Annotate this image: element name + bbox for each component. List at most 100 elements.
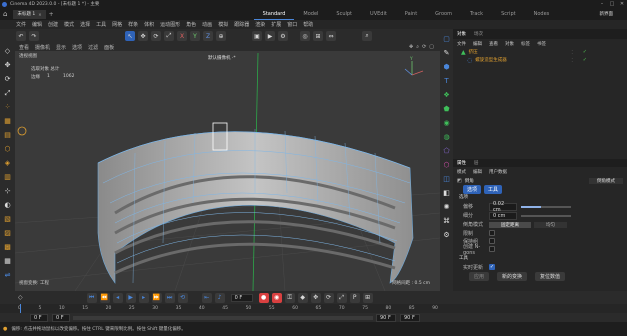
render-settings-icon[interactable]: ⚙ — [278, 31, 288, 41]
objects-menu-item[interactable]: 文件 — [457, 41, 466, 47]
axis-z-icon[interactable]: Z — [203, 31, 213, 41]
snap-tool-icon[interactable]: ▧ — [2, 213, 14, 225]
volume-icon[interactable]: ◍ — [441, 131, 453, 143]
layout-tab-groom[interactable]: Groom — [426, 8, 461, 20]
search-icon[interactable]: ⌕ — [362, 31, 372, 41]
text-icon[interactable]: T — [441, 75, 453, 87]
subtab-options[interactable]: 选项 — [463, 185, 482, 194]
layout-tab-nodes[interactable]: Nodes — [525, 8, 559, 20]
menu-item[interactable]: 网格 — [112, 21, 122, 28]
bevel-mode-fixed[interactable]: 固定距离 — [489, 221, 531, 228]
symmetry-icon[interactable]: ⇔ — [326, 31, 336, 41]
menu-item[interactable]: 角色 — [186, 21, 196, 28]
prev-frame-icon[interactable]: ◂ — [112, 292, 123, 303]
range-end-input[interactable]: 90 F — [400, 313, 420, 322]
object-row[interactable]: ◌ 螺旋造型生成器 ⁚ ✓ — [453, 56, 627, 64]
home-icon[interactable]: ⌂ — [3, 10, 7, 18]
layout-tab-model[interactable]: Model — [294, 8, 327, 20]
object-row[interactable]: ▲ 挤压 ⁚ ✓ — [453, 48, 627, 56]
material-icon[interactable]: ⬡ — [441, 159, 453, 171]
layout-tab-standard[interactable]: Standard — [253, 8, 295, 20]
menu-item[interactable]: 选择 — [80, 21, 90, 28]
layout-tab-uvedit[interactable]: UVEdit — [361, 8, 396, 20]
objects-menu-item[interactable]: 书签 — [537, 41, 546, 47]
sound-icon[interactable]: ♪ — [214, 292, 225, 303]
plugin-icon[interactable]: ⚙ — [441, 229, 453, 241]
enabled-check-icon[interactable]: ✓ — [583, 57, 587, 63]
range-icon[interactable]: ⇤ — [201, 292, 212, 303]
timeline-expand-icon[interactable]: ◇ — [18, 294, 23, 301]
menu-item[interactable]: 文件 — [16, 21, 26, 28]
menu-item[interactable]: 创建 — [48, 21, 58, 28]
menu-item[interactable]: 渲染 — [255, 21, 265, 28]
scale-tool-icon[interactable]: ⤢ — [2, 87, 14, 99]
object-mode-icon[interactable]: ◈ — [2, 157, 14, 169]
visibility-icon[interactable]: ⁚ — [572, 50, 573, 55]
new-transform-button[interactable]: 新的变换 — [497, 271, 528, 281]
keyframe-icon[interactable]: ◆ — [297, 292, 308, 303]
menu-item[interactable]: 样条 — [128, 21, 138, 28]
coord-system-icon[interactable]: ⊕ — [216, 31, 226, 41]
menu-item[interactable]: 工具 — [96, 21, 106, 28]
visibility-icon[interactable]: ⁚ — [572, 58, 573, 63]
field-icon[interactable]: ◉ — [441, 117, 453, 129]
layout-tab-sculpt[interactable]: Sculpt — [327, 8, 361, 20]
attributes-menu-item[interactable]: 用户数据 — [489, 169, 507, 175]
scale-icon[interactable]: ⤢ — [164, 31, 174, 41]
snap-icon[interactable]: ◎ — [300, 31, 310, 41]
tab-takes[interactable]: 场次 — [474, 31, 483, 37]
menu-item[interactable]: 编辑 — [32, 21, 42, 28]
environment-icon[interactable]: ◫ — [441, 173, 453, 185]
menu-item[interactable]: 运动图形 — [160, 21, 180, 28]
render-icon[interactable]: ▶ — [265, 31, 275, 41]
range-start-input[interactable]: 0 F — [30, 313, 48, 322]
menu-item[interactable]: 动画 — [202, 21, 212, 28]
menu-item[interactable]: 模拟 — [218, 21, 228, 28]
rotate-tool-icon[interactable]: ⟳ — [2, 73, 14, 85]
next-key-icon[interactable]: ⏩ — [151, 292, 162, 303]
primitive-icon[interactable]: ⬢ — [441, 61, 453, 73]
light-icon[interactable]: ✺ — [441, 201, 453, 213]
maximize-button[interactable]: □ — [607, 1, 617, 7]
pla-key-icon[interactable]: ⊞ — [362, 292, 373, 303]
objects-menu-item[interactable]: 对象 — [505, 41, 514, 47]
camera-icon[interactable]: ◧ — [441, 187, 453, 199]
frame-end-input[interactable]: 90 F — [376, 313, 396, 322]
close-icon[interactable]: ✕ — [38, 12, 41, 17]
param-key-icon[interactable]: P — [349, 292, 360, 303]
move-tool-icon[interactable]: ✥ — [2, 59, 14, 71]
objects-menu-item[interactable]: 标签 — [521, 41, 530, 47]
layout-tab-paint[interactable]: Paint — [396, 8, 426, 20]
add-tab-button[interactable]: + — [49, 11, 54, 18]
tab-layers[interactable]: 层 — [474, 160, 479, 166]
viewport[interactable]: 查看 摄像机 显示 选项 过滤 面板 透视视图 默认摄像机 ·* 选取对象 总计 边缘 1… — [15, 43, 440, 291]
workplane-tool-icon[interactable]: ▨ — [2, 227, 14, 239]
playhead[interactable] — [20, 304, 21, 313]
attributes-menu-item[interactable]: 模式 — [457, 169, 466, 175]
timeline-ruler[interactable]: 051015202530354045505560657075808590 — [18, 304, 438, 313]
menu-item[interactable]: 窗口 — [287, 21, 297, 28]
offset-slider[interactable] — [521, 205, 571, 208]
range-slider[interactable] — [73, 315, 373, 320]
objects-menu-item[interactable]: 编辑 — [473, 41, 482, 47]
record-icon[interactable]: ● — [258, 292, 269, 303]
menu-item[interactable]: 体积 — [144, 21, 154, 28]
create-ngons-checkbox[interactable] — [489, 246, 495, 252]
axis-mode-icon[interactable]: ⊹ — [2, 185, 14, 197]
frame-start-input[interactable]: 0 F — [52, 313, 70, 322]
keep-groups-checkbox[interactable] — [489, 238, 495, 244]
minimize-button[interactable]: – — [597, 1, 607, 7]
move-key-icon[interactable]: ✥ — [310, 292, 321, 303]
redo-icon[interactable]: ↷ — [29, 31, 39, 41]
menu-item[interactable]: 帮助 — [303, 21, 313, 28]
cube-icon[interactable]: ▢ — [441, 33, 453, 45]
tweak-icon[interactable]: ⇌ — [2, 269, 14, 281]
loop-icon[interactable]: ⟲ — [177, 292, 188, 303]
new-layout-button[interactable]: 新界面 — [600, 11, 614, 17]
axis-y-icon[interactable]: Y — [190, 31, 200, 41]
grid-icon[interactable]: ▦ — [2, 255, 14, 267]
deformer-icon[interactable]: ⬟ — [441, 103, 453, 115]
uv-mode-icon[interactable]: ⬡ — [2, 143, 14, 155]
point-mode-icon[interactable]: ⁘ — [2, 101, 14, 113]
attributes-menu-item[interactable]: 编辑 — [473, 169, 482, 175]
